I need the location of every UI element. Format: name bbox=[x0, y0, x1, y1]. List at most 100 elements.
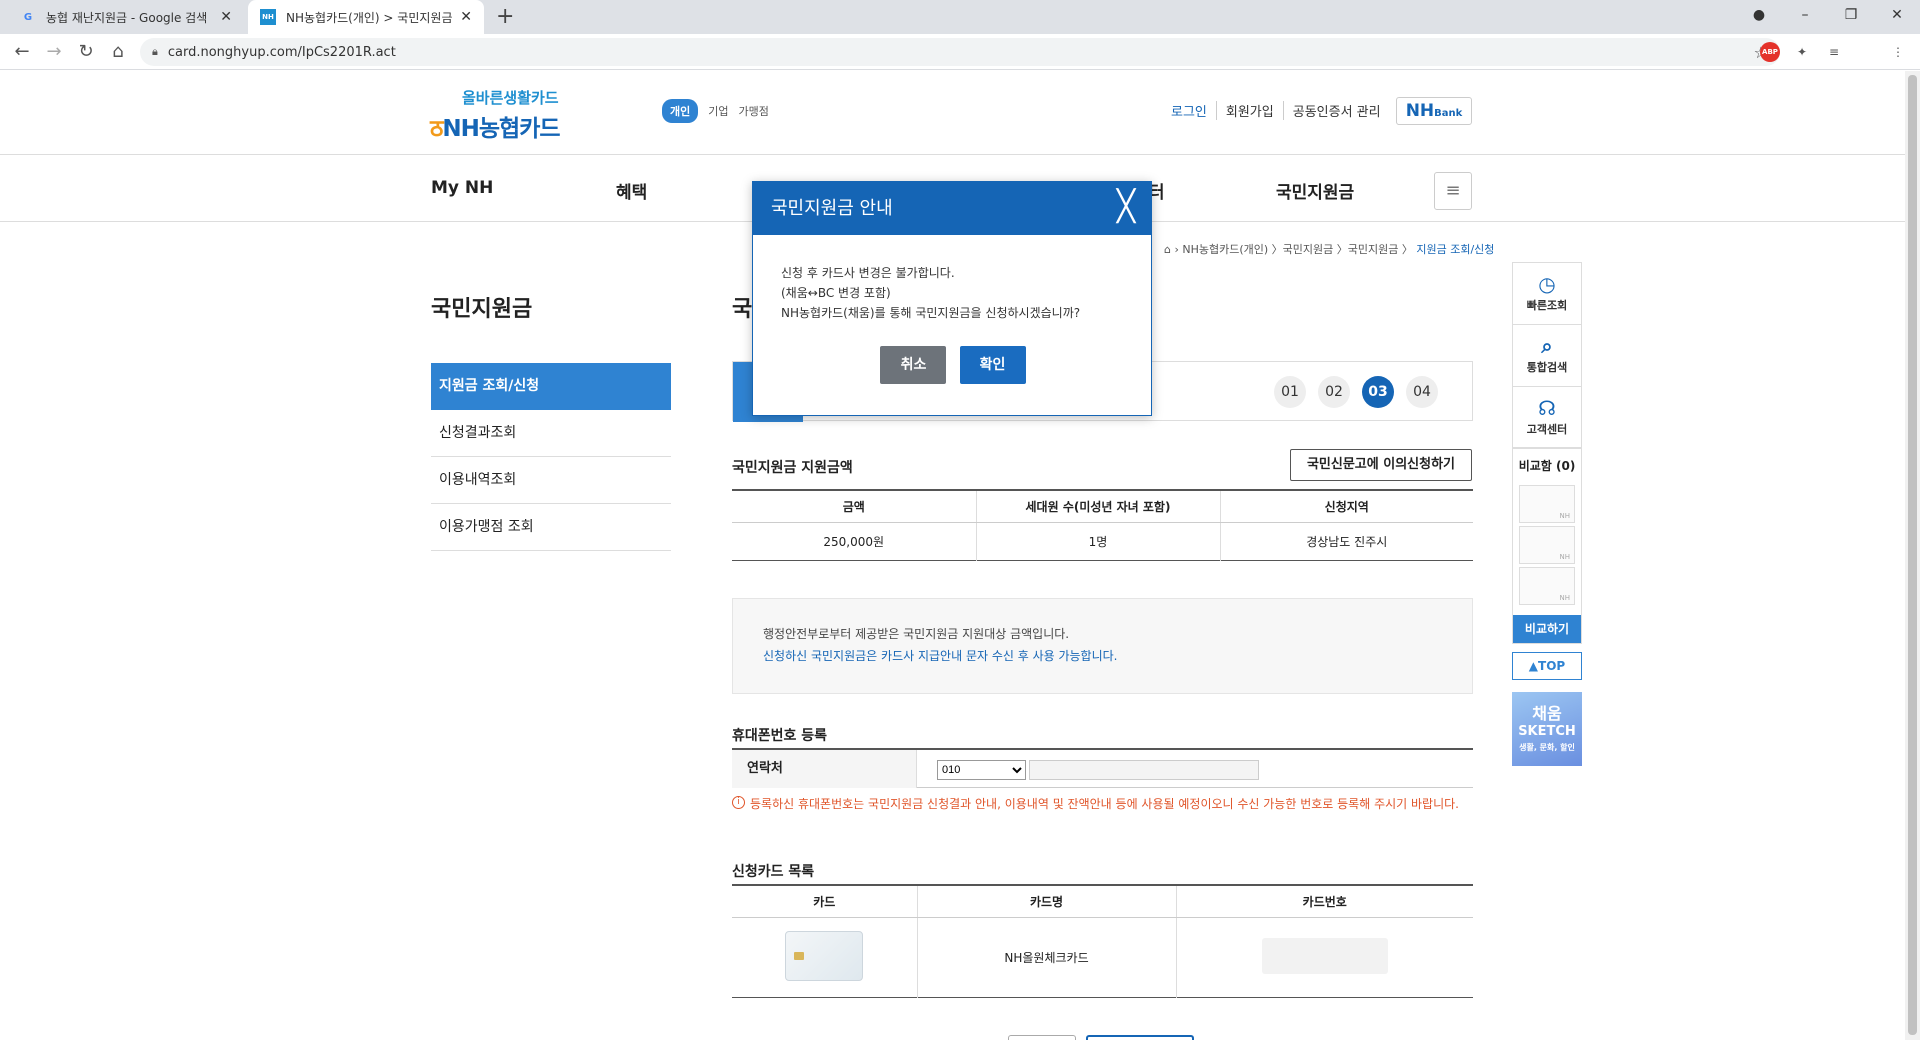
segment-merchant[interactable]: 가맹점 bbox=[739, 103, 769, 119]
nav-national-support[interactable]: 국민지원금 bbox=[1276, 178, 1354, 203]
confirm-button[interactable]: 확인 bbox=[959, 346, 1026, 384]
browser-tab-google[interactable]: G 농협 재난지원금 - Google 검색 ✕ bbox=[8, 0, 244, 34]
logo-text: ठNH농협카드 bbox=[430, 116, 561, 142]
lnb-title: 국민지원금 bbox=[431, 297, 533, 322]
logo-mark-icon: ठ bbox=[430, 116, 443, 142]
card-section-title: 신청카드 목록 bbox=[732, 864, 815, 880]
region-value: 경상남도 진주시 bbox=[1306, 534, 1388, 549]
compare-slot[interactable] bbox=[1519, 567, 1575, 605]
table-row: 250,000원 1명 경상남도 진주시 bbox=[732, 522, 1473, 560]
col-card: 카드 bbox=[732, 885, 918, 918]
browser-tab-nhcard[interactable]: NH NH농협카드(개인) > 국민지원금 ✕ bbox=[248, 0, 484, 34]
phone-number-field[interactable] bbox=[1029, 760, 1259, 780]
forward-icon[interactable]: → bbox=[42, 40, 66, 64]
chaeum-sketch-banner[interactable]: 채움 SKETCH 생활, 문화, 할인 bbox=[1512, 692, 1582, 766]
nav-mynh[interactable]: My NH bbox=[431, 178, 493, 198]
media-icon[interactable]: ≡ bbox=[1824, 42, 1844, 62]
modal-title: 국민지원금 안내 bbox=[771, 198, 893, 219]
address-bar[interactable]: 🔒︎ card.nonghyup.com/IpCs2201R.act ☆ bbox=[140, 38, 1780, 66]
logo-slogan: 올바른생활카드 bbox=[462, 89, 559, 107]
lnb-item-result[interactable]: 신청결과조회 bbox=[431, 410, 671, 457]
arrow-up-icon: ▲ bbox=[1528, 659, 1539, 673]
phone-warning: i 등록하신 휴대폰번호는 국민지원금 신청결과 안내, 이용내역 및 잔액안내… bbox=[732, 796, 1473, 812]
clock-icon: ◷ bbox=[1538, 272, 1556, 296]
prev-button[interactable] bbox=[1008, 1035, 1076, 1040]
phone-prefix-select[interactable]: 010 bbox=[937, 760, 1026, 780]
login-link[interactable]: 로그인 bbox=[1162, 101, 1216, 120]
step-03: 03 bbox=[1362, 376, 1394, 408]
col-amount: 금액 bbox=[732, 490, 977, 523]
signup-link[interactable]: 회원가입 bbox=[1215, 101, 1283, 120]
modal-line-1: 신청 후 카드사 변경은 불가합니다. bbox=[781, 266, 955, 280]
info-line-1: 행정안전부로부터 제공받은 국민지원금 지원대상 금액입니다. bbox=[763, 627, 1070, 641]
profile-icon[interactable]: ● bbox=[1736, 0, 1782, 30]
info-icon: i bbox=[732, 796, 745, 809]
site-header: 올바른생활카드 ठNH농협카드 개인 기업 가맹점 로그인 회원가입 공동인증서… bbox=[0, 71, 1905, 155]
card-table: 카드 카드명 카드번호 NH올원체크카드 bbox=[732, 884, 1473, 998]
minimize-icon[interactable]: – bbox=[1782, 0, 1828, 30]
close-icon[interactable]: ╳ bbox=[1111, 192, 1141, 223]
step-02: 02 bbox=[1318, 376, 1350, 408]
adblock-icon[interactable]: ABP bbox=[1760, 42, 1780, 62]
notice-modal: 국민지원금 안내 ╳ 신청 후 카드사 변경은 불가합니다. (채움↔BC 변경… bbox=[752, 181, 1152, 416]
tab-title: 농협 재난지원금 - Google 검색 bbox=[46, 10, 208, 25]
nh-favicon-icon: NH bbox=[260, 9, 276, 25]
close-window-icon[interactable]: ✕ bbox=[1874, 0, 1920, 30]
quick-menu: ◷ 빠른조회 ⌕ 통합검색 ☊ 고객센터 비교함 (0) 비교하기 ▲TOP 채… bbox=[1512, 262, 1582, 766]
modal-body: 신청 후 카드사 변경은 불가합니다. (채움↔BC 변경 포함) NH농협카드… bbox=[753, 235, 1151, 323]
quick-item-search[interactable]: ⌕ 통합검색 bbox=[1512, 324, 1582, 386]
top-button[interactable]: ▲TOP bbox=[1512, 652, 1582, 680]
back-icon[interactable]: ← bbox=[10, 40, 34, 64]
all-menu-icon[interactable]: ≡ bbox=[1434, 172, 1472, 210]
tab-close-icon[interactable]: ✕ bbox=[460, 9, 472, 25]
info-box: 행정안전부로부터 제공받은 국민지원금 지원대상 금액입니다. 신청하신 국민지… bbox=[732, 598, 1473, 694]
col-card-name: 카드명 bbox=[917, 885, 1177, 918]
household-value: 1명 bbox=[976, 522, 1221, 560]
google-favicon-icon: G bbox=[23, 11, 33, 23]
phone-label: 연락처 bbox=[732, 750, 917, 788]
compare-title: 비교함 (0) bbox=[1518, 459, 1576, 473]
segment-personal[interactable]: 개인 bbox=[662, 99, 699, 123]
nhbank-button[interactable]: NHBank bbox=[1396, 97, 1472, 125]
browser-tabstrip: G 농협 재난지원금 - Google 검색 ✕ NH NH농협카드(개인) >… bbox=[0, 0, 1920, 34]
quick-item-customer[interactable]: ☊ 고객센터 bbox=[1512, 386, 1582, 448]
browser-toolbar: ← → ↻ ⌂ 🔒︎ card.nonghyup.com/IpCs2201R.a… bbox=[0, 34, 1920, 70]
extensions-icon[interactable]: ✦ bbox=[1792, 42, 1812, 62]
table-row: NH올원체크카드 bbox=[732, 917, 1473, 997]
reload-icon[interactable]: ↻ bbox=[74, 40, 98, 64]
segment-tabs: 개인 기업 가맹점 bbox=[662, 99, 769, 123]
home-icon[interactable]: ⌂ bbox=[106, 40, 130, 64]
page-scrollbar[interactable] bbox=[1905, 71, 1920, 1040]
card-number-masked bbox=[1261, 937, 1388, 974]
cancel-button[interactable]: 취소 bbox=[880, 346, 947, 384]
tab-title: NH농협카드(개인) > 국민지원금 bbox=[286, 10, 453, 25]
scrollbar-thumb[interactable] bbox=[1908, 75, 1917, 1035]
lnb-item-apply[interactable]: 지원금 조회/신청 bbox=[431, 363, 671, 410]
info-line-2: 신청하신 국민지원금은 카드사 지급안내 문자 수신 후 사용 가능합니다. bbox=[763, 649, 1118, 663]
top-links: 로그인 회원가입 공동인증서 관리 bbox=[1162, 101, 1390, 120]
segment-business[interactable]: 기업 bbox=[708, 103, 728, 119]
col-household: 세대원 수(미성년 자녀 포함) bbox=[976, 490, 1221, 523]
home-icon[interactable]: ⌂ › bbox=[1164, 243, 1182, 256]
web-page: 올바른생활카드 ठNH농협카드 개인 기업 가맹점 로그인 회원가입 공동인증서… bbox=[0, 71, 1905, 1040]
lnb-item-merchant[interactable]: 이용가맹점 조회 bbox=[431, 504, 671, 551]
maximize-icon[interactable]: ❐ bbox=[1828, 0, 1874, 30]
breadcrumb: ⌂ › NH농협카드(개인) 〉국민지원금 〉국민지원금 〉 지원금 조회/신청 bbox=[1164, 243, 1495, 256]
nh-card-logo[interactable]: 올바른생활카드 ठNH농협카드 bbox=[430, 87, 580, 142]
phone-row: 연락처 010 bbox=[732, 748, 1473, 788]
headset-icon: ☊ bbox=[1538, 396, 1556, 420]
menu-icon[interactable]: ⋮ bbox=[1888, 42, 1908, 62]
compare-slot[interactable] bbox=[1519, 485, 1575, 523]
new-tab-icon[interactable]: + bbox=[496, 4, 514, 29]
compare-slot[interactable] bbox=[1519, 526, 1575, 564]
next-button[interactable] bbox=[1086, 1035, 1194, 1040]
lnb-item-usage[interactable]: 이용내역조회 bbox=[431, 457, 671, 504]
tab-close-icon[interactable]: ✕ bbox=[220, 9, 232, 25]
objection-button[interactable]: 국민신문고에 이의신청하기 bbox=[1290, 449, 1472, 481]
step-01: 01 bbox=[1274, 376, 1306, 408]
compare-button[interactable]: 비교하기 bbox=[1513, 615, 1581, 643]
modal-header: 국민지원금 안내 ╳ bbox=[753, 182, 1151, 235]
certificate-link[interactable]: 공동인증서 관리 bbox=[1282, 101, 1390, 120]
nav-benefit[interactable]: 혜택 bbox=[616, 178, 647, 203]
quick-item-fast-lookup[interactable]: ◷ 빠른조회 bbox=[1512, 262, 1582, 324]
